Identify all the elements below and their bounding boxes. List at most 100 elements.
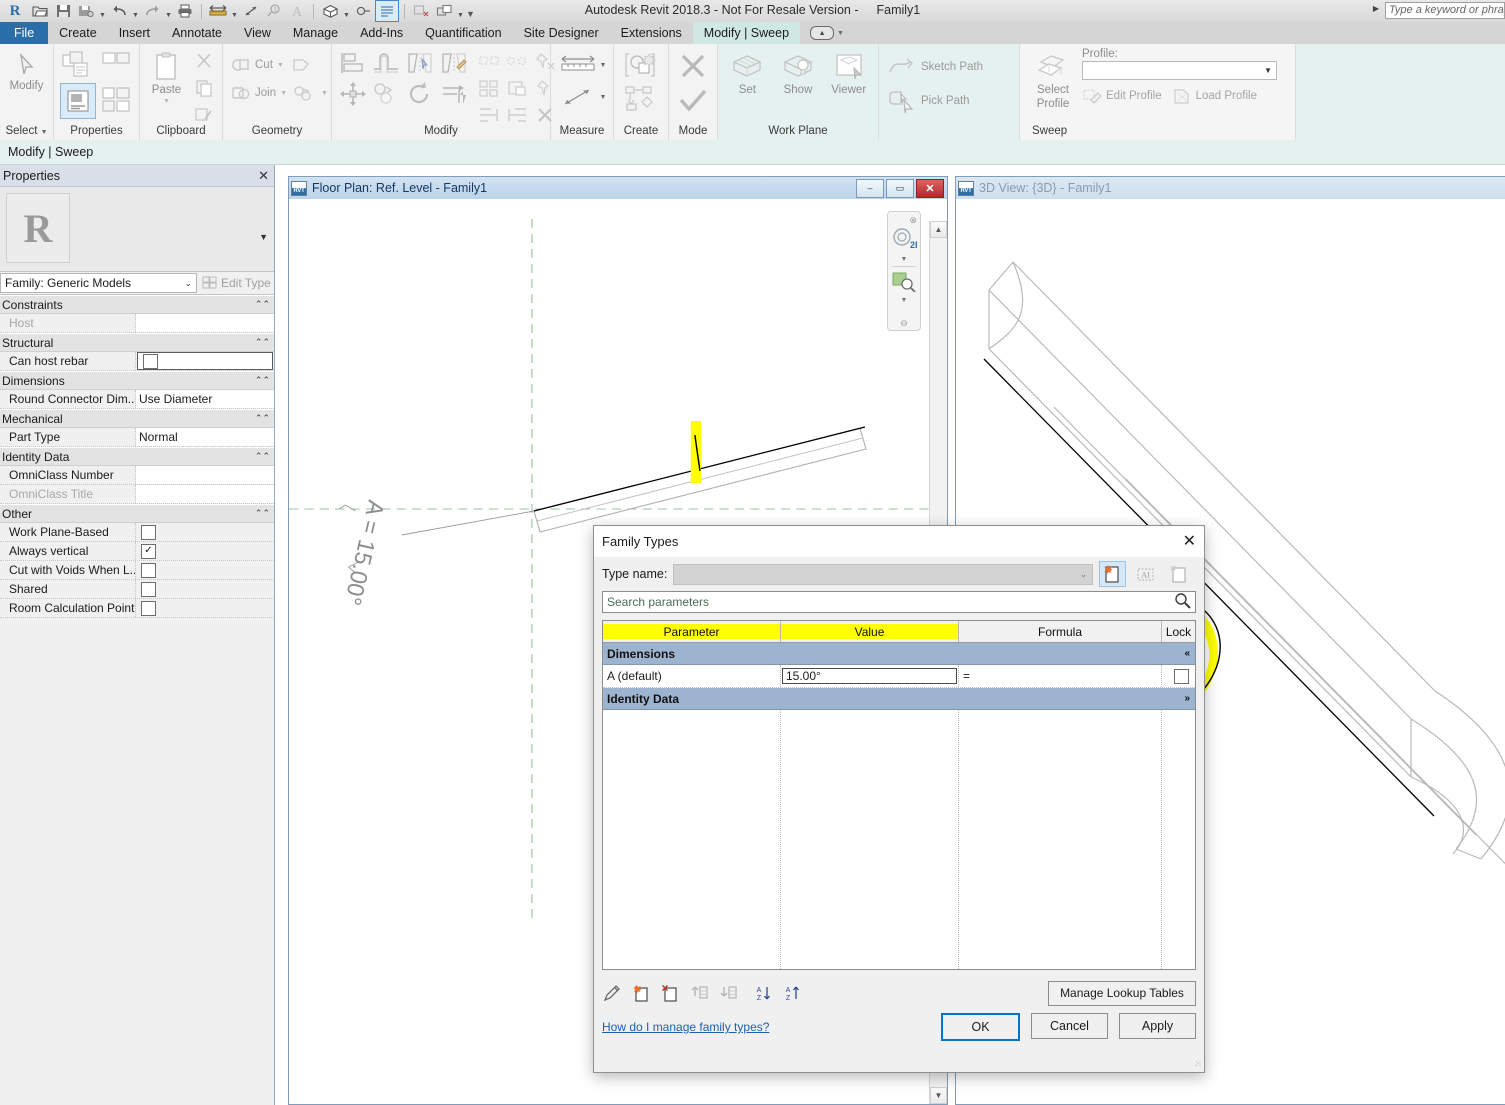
search-parameters-bar[interactable]: Search parameters: [602, 591, 1196, 613]
dialog-title-bar[interactable]: Family Types ✕: [594, 526, 1204, 557]
edit-parameter-icon[interactable]: [602, 983, 622, 1003]
default-3d-view-icon[interactable]: [319, 1, 341, 21]
close-button[interactable]: ✕: [916, 178, 944, 198]
tab-create[interactable]: Create: [48, 22, 108, 44]
scale-icon[interactable]: [476, 75, 502, 101]
resize-grip-icon[interactable]: ⁙: [1194, 1059, 1201, 1070]
switch-windows-caret-icon[interactable]: ▼: [456, 0, 465, 23]
save-as-caret-icon[interactable]: ▼: [98, 0, 107, 23]
join-order-caret-icon[interactable]: ▼: [321, 90, 328, 97]
scroll-up-icon[interactable]: ▲: [930, 221, 947, 238]
property-row-omniclass-title[interactable]: OmniClass Title: [0, 485, 274, 504]
help-link[interactable]: How do I manage family types?: [602, 1020, 769, 1034]
parameter-value-input[interactable]: 15.00°: [782, 668, 957, 684]
property-row-host[interactable]: Host: [0, 314, 274, 333]
cut-profile-icon[interactable]: [288, 52, 314, 78]
property-row-can-host-rebar[interactable]: Can host rebar: [0, 352, 274, 371]
save-as-icon[interactable]: [75, 1, 97, 21]
steering-wheel-2d-icon[interactable]: 2D: [891, 227, 922, 254]
floor-plan-title-bar[interactable]: RVT Floor Plan: Ref. Level - Family1 – ▭…: [289, 177, 947, 200]
tab-annotate[interactable]: Annotate: [161, 22, 233, 44]
rename-type-button[interactable]: AI: [1132, 561, 1159, 587]
tab-view[interactable]: View: [233, 22, 282, 44]
array-linear-icon[interactable]: [476, 48, 502, 74]
column-header-parameter[interactable]: Parameter: [603, 621, 781, 642]
ribbon-collapse-caret-icon[interactable]: ▼: [837, 30, 844, 37]
property-row-cut-with-voids[interactable]: Cut with Voids When L...: [0, 561, 274, 580]
zoom-options-down-icon[interactable]: ▼: [901, 297, 908, 304]
undo-caret-icon[interactable]: ▼: [131, 0, 140, 23]
array-radial-icon[interactable]: [504, 48, 530, 74]
ok-button[interactable]: OK: [941, 1013, 1020, 1041]
tab-modify-sweep[interactable]: Modify | Sweep: [692, 22, 801, 44]
properties-group-structural[interactable]: Structural ⌃⌃: [0, 333, 274, 352]
text-icon[interactable]: A: [286, 1, 308, 21]
tab-add-ins[interactable]: Add-Ins: [349, 22, 414, 44]
sort-ascending-icon[interactable]: AZ: [754, 983, 774, 1003]
search-icon[interactable]: [1174, 592, 1191, 612]
tab-site-designer[interactable]: Site Designer: [513, 22, 610, 44]
close-hidden-windows-icon[interactable]: [410, 1, 432, 21]
select-caret-icon[interactable]: ▼: [41, 129, 48, 136]
always-vertical-checkbox[interactable]: ✓: [141, 543, 156, 559]
tag-icon[interactable]: 1: [263, 1, 285, 21]
join-caret-icon[interactable]: ▼: [280, 90, 287, 97]
navigation-control[interactable]: ⊗ 2D ▼ ▼ ⊖: [887, 211, 922, 331]
offset-icon[interactable]: [370, 48, 402, 78]
navctl-expand-down-icon[interactable]: ▼: [901, 256, 908, 263]
parameter-lock-cell[interactable]: [1162, 665, 1195, 687]
sort-descending-icon[interactable]: AZ: [783, 983, 803, 1003]
finish-sweep-icon[interactable]: [674, 86, 712, 116]
measure-icon[interactable]: [207, 1, 229, 21]
mirror-pick-axis-icon[interactable]: [404, 48, 436, 78]
qat-overflow-icon[interactable]: ▼: [466, 0, 475, 23]
load-profile-button[interactable]: Load Profile: [1172, 87, 1257, 105]
close-icon[interactable]: ✕: [258, 169, 269, 182]
parameter-formula-cell[interactable]: =: [959, 665, 1162, 687]
edit-type-button[interactable]: Edit Type: [197, 272, 274, 294]
new-type-button[interactable]: [1099, 561, 1127, 587]
section-icon[interactable]: [352, 1, 374, 21]
trim-extend-icon[interactable]: [438, 79, 470, 109]
cut-caret-icon[interactable]: ▼: [277, 62, 284, 69]
room-calculation-point-checkbox[interactable]: [141, 600, 156, 616]
paste-caret-icon[interactable]: ▼: [163, 98, 170, 105]
delete-type-button[interactable]: [1165, 561, 1192, 587]
property-row-part-type[interactable]: Part Type Normal: [0, 428, 274, 447]
property-row-room-calculation-point[interactable]: Room Calculation Point: [0, 599, 274, 618]
column-header-value[interactable]: Value: [781, 621, 959, 642]
modify-tool-button[interactable]: Modify: [5, 48, 48, 92]
properties-dialog-icon[interactable]: [60, 48, 94, 82]
workplane-viewer-button[interactable]: Viewer: [824, 48, 873, 96]
cut-button[interactable]: Cut ▼: [228, 52, 317, 78]
property-value[interactable]: [136, 466, 274, 484]
property-value[interactable]: [136, 314, 274, 332]
parameters-table-empty-area[interactable]: [603, 710, 1195, 969]
measure-along-caret-icon[interactable]: ▼: [600, 94, 607, 101]
cut-with-voids-checkbox[interactable]: [141, 562, 156, 578]
column-header-lock[interactable]: Lock: [1162, 621, 1195, 642]
search-expand-icon[interactable]: ▶: [1373, 4, 1379, 13]
split-icon[interactable]: [504, 75, 530, 101]
undo-icon[interactable]: [108, 1, 130, 21]
property-value[interactable]: Normal: [136, 428, 274, 446]
aligned-dimension-icon[interactable]: [240, 1, 262, 21]
navctl-close-icon[interactable]: ⊗: [909, 216, 917, 225]
restore-button[interactable]: ▭: [886, 178, 914, 198]
apply-button[interactable]: Apply: [1119, 1013, 1196, 1039]
property-row-always-vertical[interactable]: Always vertical ✓: [0, 542, 274, 561]
move-down-icon[interactable]: [718, 983, 738, 1003]
new-parameter-icon[interactable]: [631, 983, 651, 1003]
set-workplane-button[interactable]: Set: [723, 48, 772, 96]
tab-file[interactable]: File: [0, 22, 49, 44]
ribbon-collapse-icon[interactable]: ▲: [810, 26, 835, 40]
cancel-button[interactable]: Cancel: [1031, 1013, 1108, 1039]
pick-path-button[interactable]: Pick Path: [884, 88, 973, 114]
column-header-formula[interactable]: Formula: [959, 621, 1162, 642]
property-value-checkbox-cell[interactable]: ✓: [136, 542, 274, 560]
sketch-path-button[interactable]: Sketch Path: [884, 54, 986, 80]
redo-caret-icon[interactable]: ▼: [164, 0, 173, 23]
open-icon[interactable]: [29, 1, 51, 21]
select-profile-button[interactable]: Select Profile: [1024, 48, 1082, 110]
property-value-checkbox-cell[interactable]: [136, 523, 274, 541]
